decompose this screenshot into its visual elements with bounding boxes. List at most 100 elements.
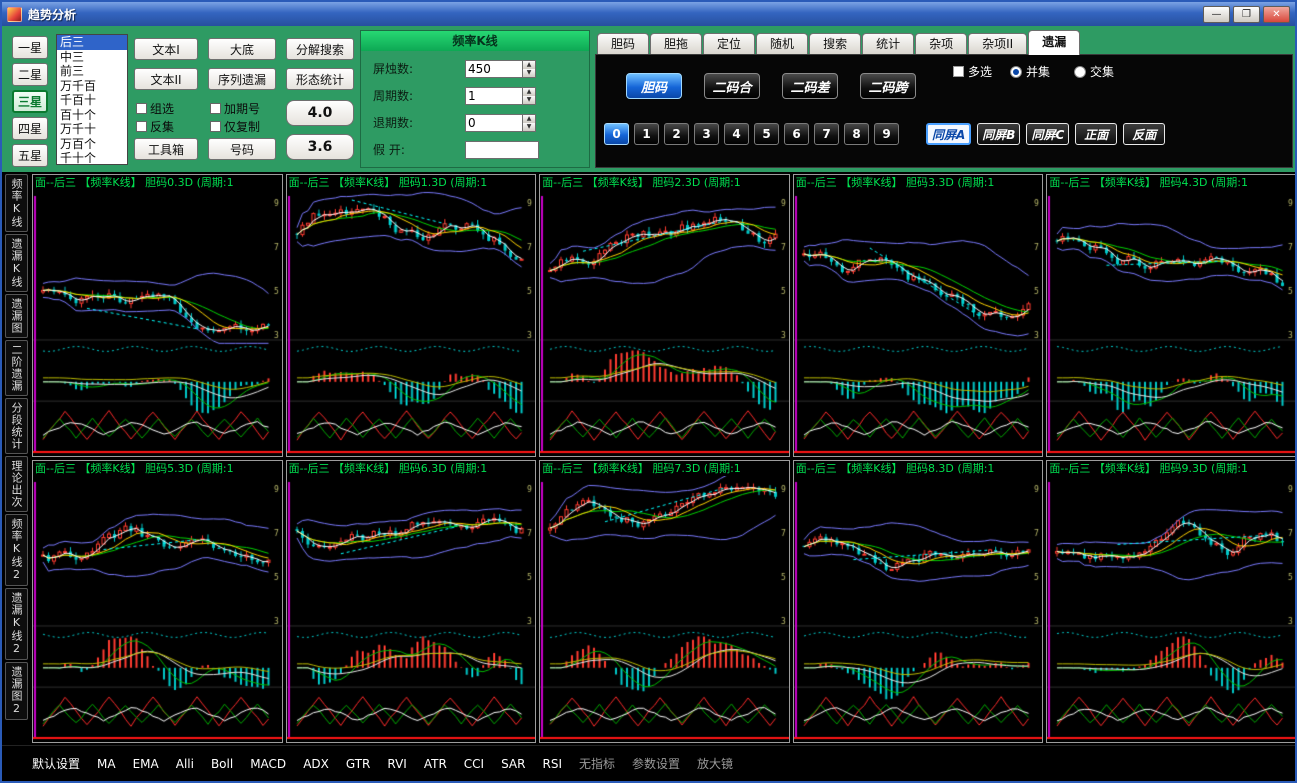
copy-only-checkbox[interactable]: 仅复制 [210, 118, 260, 135]
status-item-8[interactable]: RVI [387, 757, 406, 771]
pattern-stats-button[interactable]: 形态统计 [286, 68, 354, 90]
digit-button-8[interactable]: 8 [844, 123, 869, 145]
status-item-12[interactable]: RSI [542, 757, 562, 771]
chart-canvas-1[interactable] [287, 190, 536, 456]
toolbox-button[interactable]: 工具箱 [134, 138, 198, 160]
chart-canvas-9[interactable] [1047, 476, 1296, 742]
digit-button-1[interactable]: 1 [634, 123, 659, 145]
status-item-1[interactable]: MA [97, 757, 116, 771]
position-item-2[interactable]: 前三 [57, 64, 127, 79]
tab-2[interactable]: 定位 [703, 33, 755, 55]
mode-button-1[interactable]: 二码合 [704, 73, 760, 99]
freq-field-input[interactable] [465, 141, 539, 159]
tab-0[interactable]: 胆码 [597, 33, 649, 55]
status-item-muted-2[interactable]: 放大镜 [697, 755, 733, 772]
tab-3[interactable]: 随机 [756, 33, 808, 55]
spin-up-button[interactable]: ▲ [523, 88, 535, 96]
digit-button-3[interactable]: 3 [694, 123, 719, 145]
version-36-button[interactable]: 3.6 [286, 134, 354, 160]
number-button[interactable]: 号码 [208, 138, 276, 160]
sidebar-item-8[interactable]: 遗漏图2 [5, 662, 28, 720]
union-radio[interactable]: 并集 [1010, 63, 1050, 80]
add-period-checkbox[interactable]: 加期号 [210, 100, 260, 117]
position-item-5[interactable]: 百十个 [57, 108, 127, 123]
status-item-muted-0[interactable]: 无指标 [579, 755, 615, 772]
status-item-5[interactable]: MACD [250, 757, 286, 771]
position-item-7[interactable]: 万百个 [57, 137, 127, 152]
digit-button-7[interactable]: 7 [814, 123, 839, 145]
sidebar-item-0[interactable]: 频率K线 [5, 174, 28, 232]
status-item-6[interactable]: ADX [303, 757, 329, 771]
sidebar-item-3[interactable]: 二阶遗漏 [5, 340, 28, 396]
dadi-button[interactable]: 大底 [208, 38, 276, 60]
status-item-muted-1[interactable]: 参数设置 [632, 755, 680, 772]
position-item-8[interactable]: 千十个 [57, 151, 127, 165]
status-item-7[interactable]: GTR [346, 757, 371, 771]
digit-button-9[interactable]: 9 [874, 123, 899, 145]
status-item-4[interactable]: Boll [211, 757, 233, 771]
screen-button-4[interactable]: 反面 [1123, 123, 1165, 145]
sequence-omission-button[interactable]: 序列遗漏 [208, 68, 276, 90]
sidebar-item-5[interactable]: 理论出次 [5, 456, 28, 512]
position-item-6[interactable]: 万千十 [57, 122, 127, 137]
sidebar-item-4[interactable]: 分段统计 [5, 398, 28, 454]
mode-button-0[interactable]: 胆码 [626, 73, 682, 99]
multi-select-checkbox[interactable]: 多选 [953, 63, 992, 80]
sidebar-item-7[interactable]: 遗漏K线2 [5, 588, 28, 660]
status-item-10[interactable]: CCI [464, 757, 484, 771]
text1-button[interactable]: 文本I [134, 38, 198, 60]
digit-button-2[interactable]: 2 [664, 123, 689, 145]
sidebar-item-6[interactable]: 频率K线2 [5, 514, 28, 586]
screen-button-0[interactable]: 同屏A [926, 123, 971, 145]
star-button-1[interactable]: 一星 [12, 36, 48, 59]
chart-canvas-6[interactable] [287, 476, 536, 742]
digit-button-5[interactable]: 5 [754, 123, 779, 145]
sidebar-item-2[interactable]: 遗漏图 [5, 294, 28, 338]
mode-button-2[interactable]: 二码差 [782, 73, 838, 99]
minimize-button[interactable]: — [1203, 6, 1230, 23]
intersect-radio[interactable]: 交集 [1074, 63, 1114, 80]
tab-8[interactable]: 遗漏 [1028, 30, 1080, 55]
decompose-search-button[interactable]: 分解搜索 [286, 38, 354, 60]
status-item-0[interactable]: 默认设置 [32, 755, 80, 772]
title-bar[interactable]: 趋势分析 — ❐ ✕ [2, 2, 1295, 26]
position-listbox[interactable]: 后三中三前三万千百千百十百十个万千十万百个千十个 [56, 34, 128, 165]
position-item-3[interactable]: 万千百 [57, 79, 127, 94]
version-40-button[interactable]: 4.0 [286, 100, 354, 126]
freq-field-input[interactable] [465, 60, 523, 78]
spin-up-button[interactable]: ▲ [523, 61, 535, 69]
text2-button[interactable]: 文本II [134, 68, 198, 90]
chart-canvas-3[interactable] [794, 190, 1043, 456]
star-button-3[interactable]: 三星 [12, 90, 48, 113]
status-item-3[interactable]: Alli [176, 757, 194, 771]
tab-1[interactable]: 胆拖 [650, 33, 702, 55]
digit-button-0[interactable]: 0 [604, 123, 629, 145]
spin-down-button[interactable]: ▼ [523, 69, 535, 77]
chart-canvas-4[interactable] [1047, 190, 1296, 456]
tab-5[interactable]: 统计 [862, 33, 914, 55]
position-item-1[interactable]: 中三 [57, 50, 127, 65]
status-item-11[interactable]: SAR [501, 757, 525, 771]
chart-canvas-8[interactable] [794, 476, 1043, 742]
maximize-button[interactable]: ❐ [1233, 6, 1260, 23]
tab-6[interactable]: 杂项 [915, 33, 967, 55]
freq-field-input[interactable] [465, 87, 523, 105]
tab-7[interactable]: 杂项II [968, 33, 1027, 55]
spin-down-button[interactable]: ▼ [523, 123, 535, 131]
sidebar-item-1[interactable]: 遗漏K线 [5, 234, 28, 292]
freq-field-input[interactable] [465, 114, 523, 132]
screen-button-2[interactable]: 同屏C [1026, 123, 1069, 145]
spin-down-button[interactable]: ▼ [523, 96, 535, 104]
screen-button-3[interactable]: 正面 [1075, 123, 1117, 145]
star-button-2[interactable]: 二星 [12, 63, 48, 86]
close-button[interactable]: ✕ [1263, 6, 1290, 23]
chart-canvas-0[interactable] [33, 190, 282, 456]
star-button-4[interactable]: 四星 [12, 117, 48, 140]
chart-canvas-7[interactable] [540, 476, 789, 742]
tab-4[interactable]: 搜索 [809, 33, 861, 55]
status-item-2[interactable]: EMA [133, 757, 159, 771]
digit-button-6[interactable]: 6 [784, 123, 809, 145]
digit-button-4[interactable]: 4 [724, 123, 749, 145]
position-item-0[interactable]: 后三 [57, 35, 127, 50]
mode-button-3[interactable]: 二码跨 [860, 73, 916, 99]
